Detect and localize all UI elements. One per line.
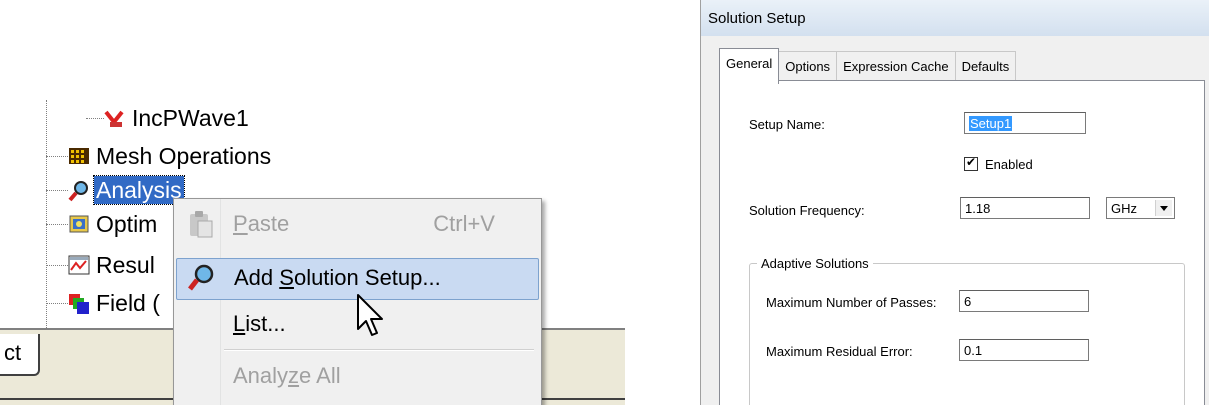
frequency-unit-value: GHz	[1111, 201, 1137, 216]
tree-item-label: Field (	[96, 290, 160, 316]
project-tab-label: ct	[4, 340, 22, 365]
project-tab[interactable]: ct	[0, 334, 40, 376]
tree-item-incpwave[interactable]: IncPWave1	[86, 103, 251, 133]
max-passes-label: Maximum Number of Passes:	[766, 295, 937, 310]
tab-general[interactable]: General	[719, 48, 780, 84]
results-icon	[68, 255, 90, 275]
tree-item-field-overlays[interactable]: Field (	[46, 288, 162, 318]
tab-strip: General Options Expression Cache Default…	[719, 48, 1017, 84]
adaptive-solutions-title: Adaptive Solutions	[757, 256, 873, 271]
tree-item-results[interactable]: Resul	[46, 250, 157, 280]
project-tree-panel: IncPWave1 Mesh Operations Analysis Optim…	[0, 0, 625, 405]
setup-name-input[interactable]: Setup1	[964, 112, 1086, 134]
chevron-down-icon[interactable]	[1155, 200, 1172, 216]
menu-item-paste[interactable]: Paste Ctrl+V	[176, 205, 537, 245]
menu-item-label: Add Solution Setup...	[234, 265, 441, 290]
dialog-title-bar: Solution Setup	[701, 0, 1209, 36]
optimetrics-icon	[68, 214, 90, 234]
max-residual-label: Maximum Residual Error:	[766, 344, 913, 359]
max-passes-input[interactable]: 6	[959, 290, 1089, 312]
tree-branch-line	[46, 189, 68, 191]
enabled-label: Enabled	[985, 157, 1033, 172]
tree-item-analysis[interactable]: Analysis	[46, 175, 185, 205]
field-overlays-icon	[68, 293, 90, 314]
solution-setup-dialog: Solution Setup General Options Expressio…	[700, 0, 1209, 405]
mesh-operations-icon	[68, 146, 90, 166]
tree-item-label: Optim	[96, 211, 158, 237]
tree-branch-line	[46, 223, 68, 225]
menu-item-label: Analyze All	[233, 363, 341, 388]
analysis-icon	[187, 263, 215, 293]
menu-item-label: List...	[233, 311, 286, 336]
max-residual-input[interactable]: 0.1	[959, 339, 1089, 361]
tree-item-mesh-operations[interactable]: Mesh Operations	[46, 141, 273, 171]
tree-item-label: Analysis	[93, 175, 185, 205]
tree-item-optimetrics[interactable]: Optim	[46, 209, 159, 239]
tree-branch-line	[46, 302, 68, 304]
setup-name-label: Setup Name:	[749, 117, 825, 132]
enabled-checkbox[interactable]	[964, 155, 978, 171]
tree-item-label: Mesh Operations	[96, 143, 272, 169]
menu-item-shortcut: Ctrl+V	[433, 211, 495, 236]
tree-branch-line	[46, 155, 68, 157]
tab-expression-cache[interactable]: Expression Cache	[836, 51, 956, 82]
menu-separator	[224, 349, 534, 351]
mouse-cursor-icon	[357, 294, 383, 336]
solution-frequency-label: Solution Frequency:	[749, 203, 865, 218]
tree-item-label: IncPWave1	[132, 105, 249, 131]
menu-item-label: Paste	[233, 211, 290, 236]
dialog-title: Solution Setup	[708, 10, 806, 27]
tab-options[interactable]: Options	[778, 51, 838, 82]
incident-wave-icon	[104, 108, 126, 128]
tab-defaults[interactable]: Defaults	[954, 51, 1017, 82]
solution-frequency-input[interactable]: 1.18	[960, 197, 1090, 219]
analysis-icon	[68, 180, 90, 202]
menu-item-analyze-all[interactable]: Analyze All	[176, 357, 537, 397]
adaptive-solutions-group	[749, 263, 1185, 405]
tree-branch-line	[46, 264, 68, 266]
frequency-unit-select[interactable]: GHz	[1106, 197, 1175, 219]
tree-branch-line	[86, 117, 104, 119]
paste-icon	[186, 209, 214, 239]
tree-item-label: Resul	[96, 252, 155, 278]
